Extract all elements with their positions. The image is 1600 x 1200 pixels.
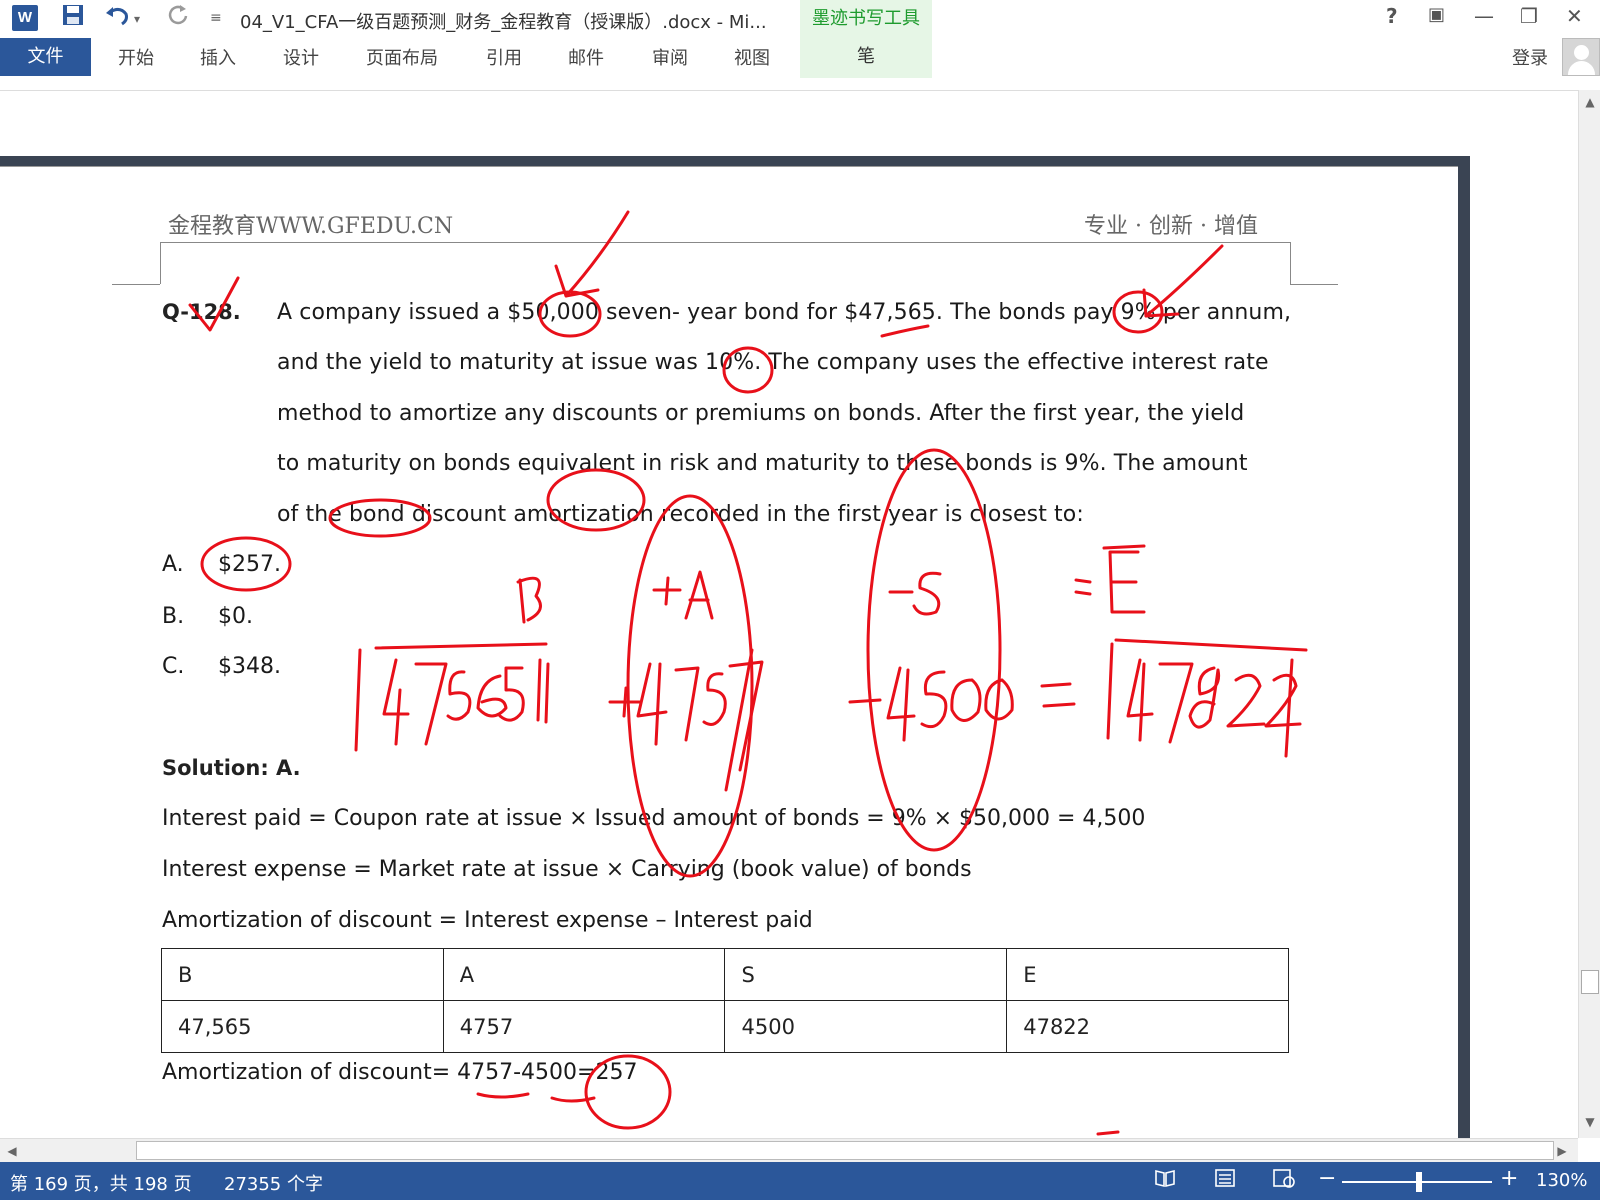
option-c-letter: C. xyxy=(162,654,185,679)
page-header-right: 专业 · 创新 · 增值 xyxy=(1084,214,1258,239)
zoom-slider-thumb[interactable] xyxy=(1416,1172,1422,1192)
redo-icon[interactable] xyxy=(166,4,190,32)
read-mode-icon[interactable] xyxy=(1154,1168,1176,1193)
undo-dropdown-icon[interactable]: ▾ xyxy=(134,12,140,26)
table-cell: 4757 xyxy=(442,1000,726,1053)
zoom-in-button[interactable]: + xyxy=(1500,1166,1518,1191)
undo-icon[interactable] xyxy=(104,4,130,32)
tab-review[interactable]: 审阅 xyxy=(652,44,688,70)
vertical-scrollbar[interactable]: ▲ ▼ xyxy=(1578,90,1600,1138)
crop-mark-right xyxy=(1290,284,1338,285)
table-cell: 47,565 xyxy=(161,1000,444,1053)
scroll-up-icon[interactable]: ▲ xyxy=(1582,94,1598,110)
tab-file[interactable]: 文件 xyxy=(0,38,91,76)
close-icon[interactable]: ✕ xyxy=(1566,4,1583,28)
customize-qat-icon[interactable]: ≡ xyxy=(210,10,222,26)
question-number: Q-128. xyxy=(162,300,241,324)
web-layout-icon[interactable] xyxy=(1272,1168,1296,1193)
scroll-right-icon[interactable]: ▶ xyxy=(1554,1143,1570,1159)
restore-icon[interactable]: ❐ xyxy=(1520,4,1538,28)
page-border-right xyxy=(1458,156,1470,1138)
horizontal-scroll-thumb[interactable] xyxy=(136,1141,1554,1160)
ink-tools-tab-header: 墨迹书写工具 xyxy=(800,0,932,38)
solution-line: Interest paid = Coupon rate at issue × I… xyxy=(162,806,1146,831)
status-bar: 第 169 页，共 198 页 27355 个字 − + 130% xyxy=(0,1162,1600,1200)
minimize-icon[interactable]: — xyxy=(1474,4,1494,28)
tab-design[interactable]: 设计 xyxy=(283,44,319,70)
table-row: 47,565 4757 4500 47822 xyxy=(161,1000,1289,1053)
table-cell: 47822 xyxy=(1006,1000,1289,1053)
table-header-cell: S xyxy=(724,948,1008,1001)
option-c-value: $348. xyxy=(218,654,281,679)
table-header-cell: E xyxy=(1006,948,1289,1001)
tab-home[interactable]: 开始 xyxy=(118,44,154,70)
sign-in-link[interactable]: 登录 xyxy=(1512,44,1548,70)
table-row: B A S E xyxy=(161,948,1289,1001)
header-rule-left xyxy=(160,242,161,284)
table-cell: 4500 xyxy=(724,1000,1008,1053)
question-line: to maturity on bonds equivalent in risk … xyxy=(277,451,1248,476)
tab-references[interactable]: 引用 xyxy=(486,44,522,70)
tab-view[interactable]: 视图 xyxy=(734,44,770,70)
header-rule xyxy=(160,242,1290,243)
option-b-value: $0. xyxy=(218,604,253,629)
zoom-out-button[interactable]: − xyxy=(1318,1166,1336,1191)
table-header-cell: A xyxy=(442,948,726,1001)
scroll-down-icon[interactable]: ▼ xyxy=(1582,1114,1598,1130)
question-line: method to amortize any discounts or prem… xyxy=(277,401,1245,426)
document-title: 04_V1_CFA一级百题预测_财务_金程教育（授课版）.docx - Mi..… xyxy=(240,12,767,33)
print-layout-icon[interactable] xyxy=(1214,1168,1236,1193)
help-icon[interactable]: ? xyxy=(1386,4,1398,28)
solution-line: Amortization of discount = Interest expe… xyxy=(162,908,813,933)
solution-title: Solution: A. xyxy=(162,756,301,780)
tab-insert[interactable]: 插入 xyxy=(200,44,236,70)
scroll-left-icon[interactable]: ◀ xyxy=(4,1143,20,1159)
option-a-letter: A. xyxy=(162,552,184,577)
avatar[interactable] xyxy=(1562,38,1600,76)
page-border-top xyxy=(0,156,1470,166)
word-app-icon[interactable]: W xyxy=(12,5,38,31)
question-line: and the yield to maturity at issue was 1… xyxy=(277,350,1269,375)
tab-pen[interactable]: 笔 xyxy=(800,38,932,78)
word-count-status[interactable]: 27355 个字 xyxy=(224,1170,323,1196)
final-amortization-line: Amortization of discount= 4757-4500=257 xyxy=(162,1060,638,1085)
option-b-letter: B. xyxy=(162,604,185,629)
solution-line: Interest expense = Market rate at issue … xyxy=(162,857,972,882)
save-icon[interactable] xyxy=(62,4,84,32)
ribbon-display-options-icon[interactable]: ▣ xyxy=(1428,4,1445,25)
ribbon-tabs: 文件 开始 插入 设计 页面布局 引用 邮件 审阅 视图 笔 登录 xyxy=(0,38,1600,80)
horizontal-scrollbar[interactable]: ◀ ▶ xyxy=(0,1138,1578,1162)
zoom-level[interactable]: 130% xyxy=(1536,1170,1587,1191)
title-bar: W ▾ ≡ 04_V1_CFA一级百题预测_财务_金程教育（授课版）.docx … xyxy=(0,0,1600,38)
option-a-value: $257. xyxy=(218,552,281,577)
tab-mailings[interactable]: 邮件 xyxy=(568,44,604,70)
page-header-left: 金程教育WWW.GFEDU.CN xyxy=(168,214,454,239)
page-count-status[interactable]: 第 169 页，共 198 页 xyxy=(10,1170,192,1196)
question-line: of the bond discount amortization record… xyxy=(277,502,1084,527)
tab-page-layout[interactable]: 页面布局 xyxy=(366,44,438,70)
question-line: A company issued a $50,000 seven- year b… xyxy=(277,300,1292,325)
crop-mark-left xyxy=(112,284,160,285)
header-rule-right xyxy=(1290,242,1291,284)
solution-table: B A S E 47,565 4757 4500 47822 xyxy=(161,948,1289,1053)
vertical-scroll-thumb[interactable] xyxy=(1581,970,1599,994)
table-header-cell: B xyxy=(161,948,444,1001)
